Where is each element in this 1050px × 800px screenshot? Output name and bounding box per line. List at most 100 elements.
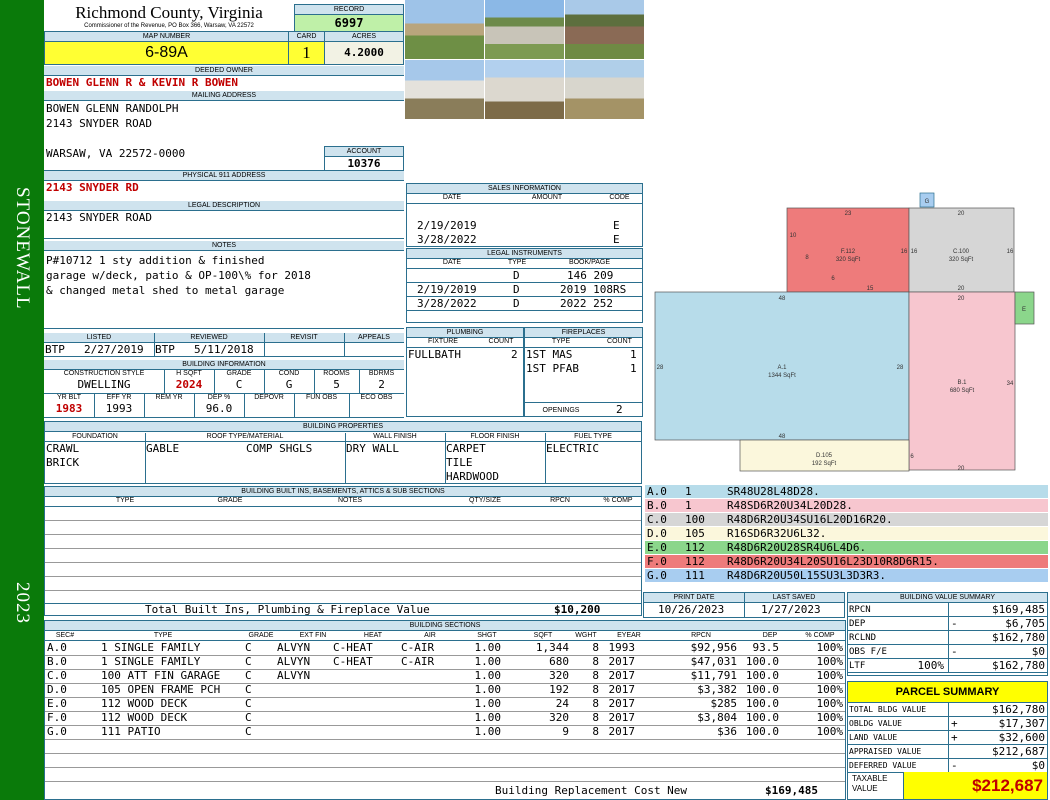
building-sketch[interactable]: G E F.112 320 SqFt C.100 320 SqFt A.1 13… <box>648 185 1048 485</box>
value-summary-row: RPCN $169,485 <box>848 603 1047 617</box>
prop-h-foundation: FOUNDATION <box>72 433 118 440</box>
notes-line3: & changed metal shed to metal garage <box>46 284 285 297</box>
sketch-dimension: 20 <box>958 296 965 302</box>
parcel-key: LAND VALUE <box>849 733 898 742</box>
legend-code: 111 <box>685 569 705 582</box>
legend-code: 100 <box>685 513 705 526</box>
section-cell: 2017 <box>608 697 636 710</box>
sketch-dimension: 16 <box>901 249 908 255</box>
parcel-row: LAND VALUE + $32,600 <box>848 731 1047 745</box>
parcel-value: $162,780 <box>992 703 1045 716</box>
openings-label: OPENINGS <box>542 407 580 414</box>
divider <box>948 759 949 773</box>
legend-section: D.0 <box>647 527 667 540</box>
sections-box: BUILDING SECTIONS SEC# TYPE GRADE EXT FIN HE… <box>44 620 846 800</box>
sales-h-code: CODE <box>609 194 630 201</box>
sketch-label: B.1 <box>957 380 967 386</box>
section-row-line <box>45 781 845 782</box>
legend-row: D.0 105 R16SD6R32U6L32. <box>645 527 1048 541</box>
fp-type: 1ST PFAB <box>526 362 579 375</box>
legend-code: 112 <box>685 555 705 568</box>
section-cell: 100% <box>816 655 844 668</box>
property-photo[interactable] <box>405 60 484 119</box>
property-photo[interactable] <box>565 0 644 59</box>
sales-label: SALES INFORMATION <box>407 184 642 194</box>
bi-h-ecoobs: ECO OBS <box>360 394 393 401</box>
value-summary-value: $162,780 <box>992 631 1045 644</box>
mailing-label: MAILING ADDRESS <box>44 91 404 101</box>
record-value: 6997 <box>295 15 403 31</box>
notes-line2: garage w/deck, patio & OP-100\% for 2018 <box>46 269 311 282</box>
section-col-header: WGHT <box>575 632 597 639</box>
fp-count: 1 <box>630 348 637 361</box>
divider <box>948 731 949 745</box>
taxable-label: TAXABLE VALUE <box>848 772 904 799</box>
section-cell: 1.00 <box>474 725 502 738</box>
sketch-label: C.100 <box>953 249 970 255</box>
builtins-label: BUILDING BUILT INS, BASEMENTS, ATTICS & … <box>45 487 641 497</box>
inst-h-date: DATE <box>442 259 462 266</box>
reviewed-date: 5/11/2018 <box>194 343 254 356</box>
value-summary-row: RCLND $162,780 <box>848 631 1047 645</box>
parcel-summary-box: PARCEL SUMMARY TOTAL BLDG VALUE $162,780 O… <box>847 681 1048 800</box>
county-title: Richmond County, Virginia <box>75 3 263 22</box>
dates-box: PRINT DATE LAST SAVED 10/26/2023 1/27/20… <box>643 592 845 618</box>
bi-h-effyr: EFF YR <box>106 394 132 401</box>
sketch-label: D.105 <box>816 453 833 459</box>
sections-label: BUILDING SECTIONS <box>45 621 845 631</box>
legend-row: E.0 112 R48D6R20U28SR4U6L4D6. <box>645 541 1048 555</box>
properties-box: BUILDING PROPERTIES FOUNDATION ROOF TYPE… <box>44 421 642 484</box>
property-photo[interactable] <box>485 0 564 59</box>
sketch-dimension: 20 <box>958 211 965 217</box>
parcel-value: $212,687 <box>992 745 1045 758</box>
prop-floor: HARDWOOD <box>446 470 499 483</box>
legend-row: F.0 112 R48D6R20U34L20SU16L23D10R8D6R15. <box>645 555 1048 569</box>
section-col-header: AIR <box>424 632 436 639</box>
county-header: Richmond County, Virginia Commissioner o… <box>44 0 294 31</box>
bi-effyr: 1993 <box>105 402 133 415</box>
legend-path: R48D6R20U34SU16L20D16R20. <box>727 513 893 526</box>
parcel-value: $32,600 <box>998 731 1045 744</box>
property-photo[interactable] <box>485 60 564 119</box>
section-cell: 100% <box>816 697 844 710</box>
owner-box: DEEDED OWNER BOWEN GLENN R & KEVIN R BOW… <box>44 66 404 91</box>
sketch-dimension: 23 <box>845 211 852 217</box>
sketch-dimension: 20 <box>958 286 965 292</box>
bi-cond: G <box>285 378 293 391</box>
sketch-dimension: 15 <box>867 286 874 292</box>
section-col-header: % COMP <box>805 632 835 639</box>
value-summary-row: LTF 100% $162,780 <box>848 659 1047 673</box>
prop-h-floor: FLOOR FINISH <box>470 433 520 440</box>
account-box: ACCOUNT 10376 <box>324 146 404 171</box>
map-number: 6-89A <box>145 44 188 61</box>
section-cell: 100% <box>816 641 844 654</box>
property-photo[interactable] <box>405 0 484 59</box>
divider <box>948 631 949 645</box>
property-photo[interactable] <box>565 60 644 119</box>
bi-h-style: CONSTRUCTION STYLE <box>63 370 145 377</box>
section-cell: C <box>245 641 252 654</box>
section-cell: 100.0 <box>745 711 779 724</box>
parcel-sign: + <box>951 731 958 744</box>
plumb-count: 2 <box>511 348 518 361</box>
sketch-label: 320 SqFt <box>836 257 861 263</box>
replacement-cost: $169,485 <box>765 784 818 797</box>
section-cell: 1 SINGLE FAMILY <box>101 655 201 668</box>
section-cell: 100.0 <box>745 655 779 668</box>
bin-h-qty: QTY/SIZE <box>469 497 501 504</box>
plumb-fixture: FULLBATH <box>408 348 461 361</box>
legend-row: G.0 111 R48D6R20U50L15SU3L3D3R3. <box>645 569 1048 583</box>
reviewed-by: BTP <box>155 343 175 356</box>
section-col-header: GRADE <box>248 632 274 639</box>
plumbing-box: PLUMBING FIXTURE COUNT FULLBATH 2 <box>406 327 524 417</box>
divider <box>948 717 949 731</box>
section-cell: 100% <box>816 669 844 682</box>
sketch-dimension: 16 <box>911 249 918 255</box>
inst-date: 3/28/2022 <box>417 297 477 310</box>
section-cell: 1.00 <box>474 641 502 654</box>
inst-book: 146 209 <box>567 269 614 282</box>
bi-h-grade: GRADE <box>226 370 252 377</box>
section-cell: B.0 <box>47 655 67 668</box>
section-row-line <box>45 753 845 754</box>
prop-h-fuel: FUEL TYPE <box>574 433 612 440</box>
